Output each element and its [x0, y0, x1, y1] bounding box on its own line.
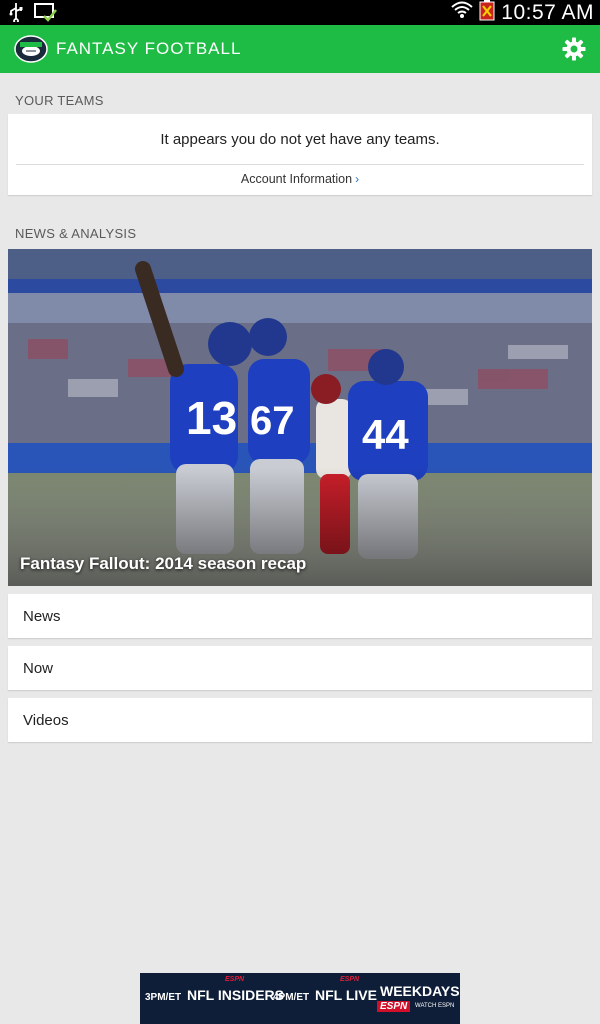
hero-photo: 13 67 44 [8, 249, 592, 586]
list-item-videos[interactable]: Videos [8, 698, 592, 742]
account-information-label: Account Information [240, 172, 353, 186]
no-teams-message: It appears you do not yet have any teams… [160, 131, 440, 148]
screenshot-check-icon [34, 2, 58, 27]
account-information-link[interactable]: Account Information › [8, 172, 592, 186]
hero-story-card[interactable]: 13 67 44 Fantasy Fallout: 2014 season re… [8, 249, 592, 586]
watch-espn-label: WATCH ESPN [415, 1003, 455, 1009]
battery-icon [479, 0, 495, 26]
ad-time-1: 3PM/ET [145, 992, 182, 1003]
ad-show-1: NFL INSIDERS [187, 987, 284, 1003]
hero-caption: Fantasy Fallout: 2014 season recap [20, 554, 307, 573]
ad-banner[interactable]: ESPN 3PM/ET NFL INSIDERS ESPN 4PM/ET NFL… [140, 973, 460, 1024]
gear-icon[interactable] [562, 37, 586, 61]
status-bar: 10:57 AM [0, 0, 600, 25]
divider [16, 164, 584, 165]
usb-icon [8, 2, 24, 27]
espn-logo: ESPN [377, 1001, 411, 1012]
your-teams-card: It appears you do not yet have any teams… [8, 114, 592, 195]
ad-espn-badge: ESPN [340, 976, 360, 983]
chevron-right-icon: › [355, 172, 360, 186]
app-bar: FANTASY FOOTBALL [0, 25, 600, 73]
fantasy-football-logo-icon[interactable] [14, 34, 48, 64]
your-teams-header: YOUR TEAMS [15, 93, 104, 108]
list-item-news[interactable]: News [8, 594, 592, 638]
ad-cta: WEEKDAYS [380, 983, 460, 999]
wifi-icon [451, 0, 473, 25]
app-title: FANTASY FOOTBALL [56, 39, 242, 58]
ad-show-2: NFL LIVE [315, 987, 377, 1003]
news-analysis-header: NEWS & ANALYSIS [15, 226, 137, 241]
ad-espn-badge: ESPN [225, 976, 245, 983]
list-item-now[interactable]: Now [8, 646, 592, 690]
ad-time-2: 4PM/ET [273, 992, 310, 1003]
clock: 10:57 AM [501, 0, 594, 24]
